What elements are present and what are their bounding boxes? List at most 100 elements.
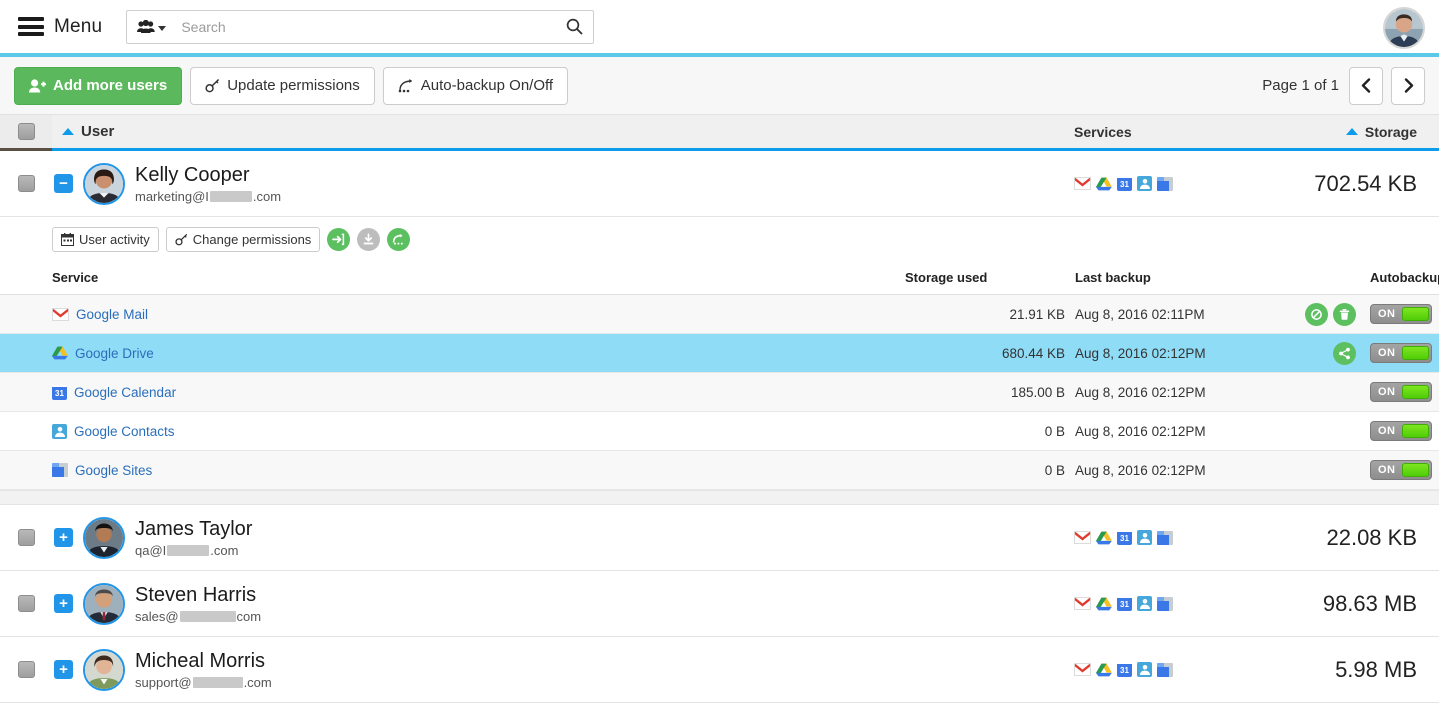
google-mail-icon [1074,177,1091,190]
user-storage: 22.08 KB [1326,524,1417,550]
google-sites-icon [1157,176,1173,191]
google-drive-icon [1096,177,1112,190]
search-bar [126,9,595,44]
column-header-storage-label: Storage [1364,123,1417,140]
service-row[interactable]: Google Contacts 0 B Aug 8, 2016 02:12PM … [0,411,1439,451]
user-activity-button[interactable]: User activity [52,227,159,252]
google-calendar-icon: 31 [52,384,67,400]
autobackup-toggle[interactable]: ON [1370,421,1432,441]
table-row[interactable]: + Edward Parker 31 700.00 KB [0,703,1439,709]
row-checkbox[interactable] [17,175,35,192]
autobackup-toggle[interactable]: ON [1370,382,1432,402]
google-contacts-icon [1137,662,1152,677]
user-email: qa@I .com [135,542,239,558]
table-row[interactable]: + James Taylor qa@I .com 31 22.08 KB [0,505,1439,571]
col-service: Service [0,262,905,295]
column-header-services-label: Services [1074,123,1132,140]
search-input[interactable] [175,10,556,43]
column-header-user[interactable]: User [52,115,1074,151]
auto-backup-toggle-button[interactable]: Auto-backup On/Off [382,66,569,105]
service-autobackup: ON [1360,450,1439,490]
user-identity: Steven Harris sales@ com [135,584,261,624]
pagination: Page 1 of 1 [1262,66,1425,105]
search-scope-dropdown[interactable] [127,11,175,43]
add-more-users-label: Add more users [53,77,168,94]
service-link[interactable]: Google Calendar [74,385,176,400]
service-last-backup: Aug 8, 2016 02:12PM [1065,372,1255,412]
add-more-users-button[interactable]: Add more users [14,66,183,105]
caret-up-icon [1345,128,1358,135]
service-link[interactable]: Google Contacts [74,424,175,439]
user-name: James Taylor [135,517,253,540]
share-button[interactable] [1333,341,1356,365]
row-expander-toggle[interactable]: − [54,174,73,193]
table-row[interactable]: − Kelly Cooper marketing@I .com 31 702.5… [0,151,1439,217]
autobackup-toggle-label: ON [1378,464,1396,476]
row-checkbox[interactable] [17,661,35,678]
row-checkbox[interactable] [17,529,35,546]
account-avatar[interactable] [1383,7,1425,49]
table-header: User Services Storage [0,115,1439,151]
next-page-button[interactable] [1391,66,1425,105]
google-sites-icon [1157,530,1173,545]
trash-button[interactable] [1333,302,1356,326]
toggle-knob [1401,424,1429,438]
service-last-backup: Aug 8, 2016 02:12PM [1065,333,1255,373]
calendar-icon [61,233,74,246]
row-expander-toggle[interactable]: + [54,528,73,547]
update-permissions-button[interactable]: Update permissions [190,66,375,105]
autobackup-toggle[interactable]: ON [1370,304,1432,324]
google-calendar-icon: 31 [1117,596,1132,611]
service-row[interactable]: Google Sites 0 B Aug 8, 2016 02:12PM ON [0,450,1439,490]
avatar [83,162,125,205]
autobackup-toggle[interactable]: ON [1370,460,1432,480]
download-button[interactable] [357,228,381,251]
service-row[interactable]: Google Mail 21.91 KB Aug 8, 2016 02:11PM [0,294,1439,334]
col-storage-used: Storage used [905,262,1065,295]
service-last-backup: Aug 8, 2016 02:12PM [1065,450,1255,490]
avatar [83,582,125,625]
table-row[interactable]: + Steven Harris sales@ com 31 98.63 MB [0,571,1439,637]
service-autobackup: ON [1360,333,1439,373]
autobackup-toggle-label: ON [1378,308,1396,320]
service-link[interactable]: Google Sites [75,463,152,478]
row-checkbox[interactable] [17,595,35,612]
google-sites-icon [52,463,68,477]
menu-button[interactable]: Menu [12,12,108,42]
table-row[interactable]: + Micheal Morris support@ .com 31 5.98 MB [0,637,1439,703]
migrate-button[interactable] [387,228,411,251]
service-link[interactable]: Google Drive [75,346,154,361]
service-link[interactable]: Google Mail [76,307,148,322]
sign-in-button[interactable] [327,228,351,251]
user-storage: 98.63 MB [1322,590,1417,616]
service-storage-used: 21.91 KB [905,294,1065,334]
select-all-cell [0,115,52,151]
search-button[interactable] [555,11,593,43]
change-permissions-button[interactable]: Change permissions [165,227,321,252]
block-button[interactable] [1305,302,1328,326]
select-all-checkbox[interactable] [17,123,35,140]
sign-in-icon [332,233,345,246]
service-storage-used: 185.00 B [905,372,1065,412]
prev-page-button[interactable] [1349,66,1383,105]
autobackup-toggle[interactable]: ON [1370,343,1432,363]
service-row[interactable]: Google Drive 680.44 KB Aug 8, 2016 02:12… [0,333,1439,373]
service-actions [1255,450,1360,490]
google-mail-icon [1074,663,1091,676]
toggle-knob [1401,346,1429,360]
row-expander-toggle[interactable]: + [54,594,73,613]
user-identity: James Taylor qa@I .com [135,518,252,558]
google-drive-icon [1096,531,1112,544]
user-services: 31 [1074,530,1249,545]
page-indicator: Page 1 of 1 [1262,77,1339,94]
row-expander-toggle[interactable]: + [54,660,73,679]
services-table: Service Storage used Last backup Autobac… [0,262,1439,490]
column-header-storage[interactable]: Storage [1249,115,1439,151]
backup-nodes-icon [398,79,412,93]
share-icon [1339,347,1350,359]
service-last-backup: Aug 8, 2016 02:11PM [1065,294,1255,334]
section-divider [0,491,1439,505]
service-row[interactable]: 31 Google Calendar 185.00 B Aug 8, 2016 … [0,372,1439,412]
service-autobackup: ON [1360,294,1439,334]
col-last-backup: Last backup [1065,262,1255,295]
